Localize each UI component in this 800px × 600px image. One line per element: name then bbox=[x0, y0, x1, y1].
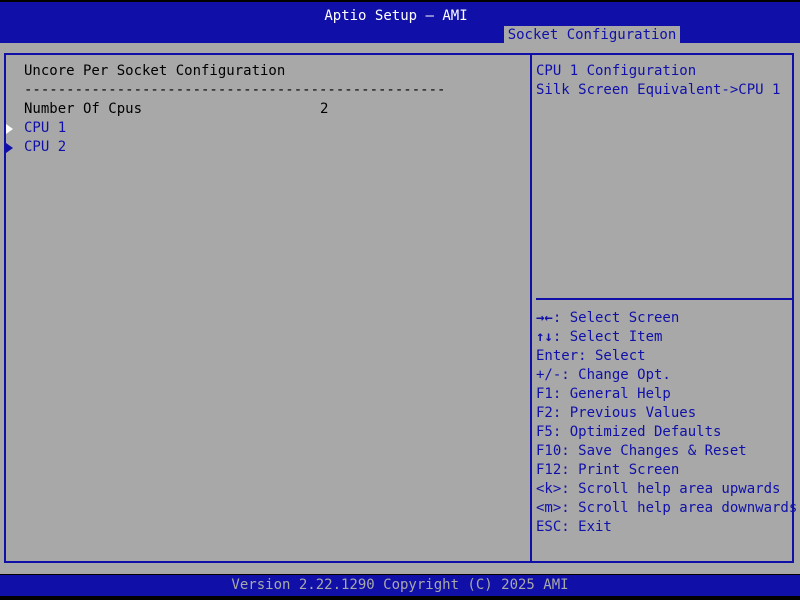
key-hint-general-help: F1: General Help bbox=[536, 386, 671, 402]
key-hint-desc: : Select Item bbox=[552, 329, 663, 345]
key-hint-previous-values: F2: Previous Values bbox=[536, 405, 697, 421]
help-text-line: CPU 1 Configuration bbox=[536, 63, 697, 79]
footer-bar: Version 2.22.1290 Copyright (C) 2025 AMI bbox=[0, 575, 800, 596]
help-divider bbox=[536, 298, 792, 300]
bios-screen: Aptio Setup – AMI Socket Configuration U… bbox=[0, 0, 800, 600]
field-label-number-of-cpus: Number Of Cpus bbox=[24, 101, 143, 117]
section-separator: ----------------------------------------… bbox=[24, 82, 446, 98]
help-text-line: Silk Screen Equivalent->CPU 1 bbox=[536, 82, 781, 98]
section-heading: Uncore Per Socket Configuration bbox=[24, 63, 286, 79]
key-hint-optimized-defaults: F5: Optimized Defaults bbox=[536, 424, 722, 440]
key-hint-enter: Enter: Select bbox=[536, 348, 646, 364]
panel-divider bbox=[530, 53, 532, 563]
key-hint-select-item: ↑↓: Select Item bbox=[536, 328, 662, 347]
key-arrows-lr-icon: →← bbox=[536, 310, 553, 326]
app-title: Aptio Setup – AMI bbox=[324, 8, 468, 24]
field-value-number-of-cpus: 2 bbox=[320, 101, 329, 117]
key-hint-scroll-up: <k>: Scroll help area upwards bbox=[536, 481, 781, 497]
key-hint-save-reset: F10: Save Changes & Reset bbox=[536, 443, 747, 459]
main-area: Uncore Per Socket Configuration --------… bbox=[0, 43, 800, 574]
title-bar: Aptio Setup – AMI Socket Configuration bbox=[0, 2, 800, 45]
submenu-arrow-icon bbox=[6, 124, 13, 134]
key-hint-select-screen: →←: Select Screen bbox=[536, 309, 679, 328]
submenu-arrow-icon bbox=[6, 143, 13, 153]
key-hint-scroll-down: <m>: Scroll help area downwards bbox=[536, 500, 798, 516]
key-hint-desc: : Select Screen bbox=[552, 310, 680, 326]
submenu-cpu-1[interactable]: CPU 1 bbox=[24, 119, 66, 138]
key-arrows-ud-icon: ↑↓ bbox=[536, 329, 553, 345]
key-hint-print-screen: F12: Print Screen bbox=[536, 462, 680, 478]
version-text: Version 2.22.1290 Copyright (C) 2025 AMI bbox=[231, 577, 569, 593]
key-hint-exit: ESC: Exit bbox=[536, 519, 612, 535]
key-hint-change-opt: +/-: Change Opt. bbox=[536, 367, 671, 383]
submenu-cpu-2[interactable]: CPU 2 bbox=[24, 138, 66, 157]
